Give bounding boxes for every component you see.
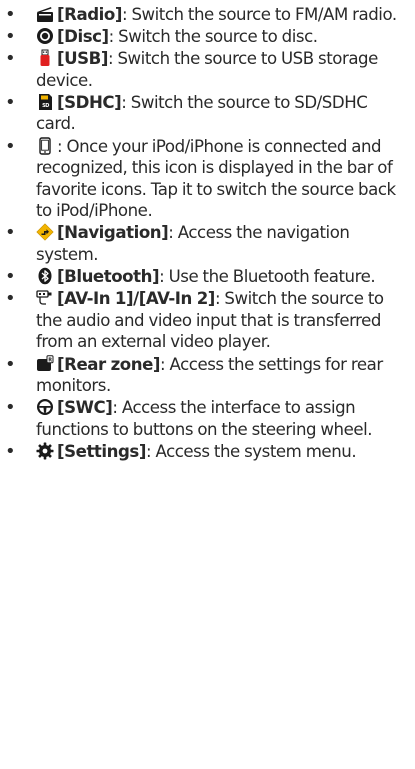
steering-wheel-icon — [36, 398, 54, 416]
iphone-icon — [36, 136, 54, 155]
list-item-sdhc: • SD [SDHC]: Switch the source to SD/SDH… — [5, 91, 368, 134]
source-icon-list: • [Radio]: Switch the source to FM/AM ra… — [0, 0, 415, 462]
bullet: • — [5, 266, 16, 288]
item-label: [Disc] — [57, 27, 109, 47]
list-item-navigation: • [Navigation]: Access the navigation sy… — [5, 222, 350, 265]
bluetooth-icon — [36, 267, 54, 285]
list-item-rear-zone: • R [Rear zone]: Access the settings for… — [5, 353, 383, 396]
item-description: Access the system menu. — [155, 441, 357, 461]
sd-card-icon: SD — [36, 93, 54, 111]
document-page: • [Radio]: Switch the source to FM/AM ra… — [0, 0, 415, 769]
list-item-bluetooth: • [Bluetooth]: Use the Bluetooth feature… — [5, 266, 376, 288]
settings-gear-icon — [36, 442, 54, 460]
list-item-iphone: • : Once your iPod/iPhone is connected a… — [5, 135, 396, 221]
item-label: [Radio] — [57, 5, 122, 24]
svg-text:R: R — [48, 357, 52, 363]
radio-icon — [36, 5, 54, 23]
list-item-disc: • [Disc]: Switch the source to disc. — [5, 26, 318, 48]
bullet: • — [5, 91, 16, 113]
item-label: [Settings] — [57, 441, 146, 461]
item-label: [Rear zone] — [57, 354, 161, 374]
bullet: • — [5, 222, 16, 244]
list-item-av-in: • [AV-In 1]/[AV-In 2]: Switch the source… — [5, 288, 384, 352]
item-description: Use the Bluetooth feature. — [168, 267, 376, 287]
av-in-icon — [36, 289, 54, 307]
item-description: Switch the source to FM/AM radio. — [131, 5, 397, 24]
bullet: • — [5, 440, 16, 462]
item-label: [Navigation] — [57, 223, 169, 243]
disc-icon — [36, 27, 54, 45]
item-label: [Bluetooth] — [57, 267, 160, 287]
item-description: Once your iPod/iPhone is connected and r… — [36, 136, 396, 221]
item-label: [AV-In 1]/[AV-In 2] — [57, 289, 215, 309]
item-label: [USB] — [57, 49, 108, 69]
list-item-settings: • [Settings]: Access the system menu. — [5, 440, 357, 462]
bullet: • — [5, 397, 16, 419]
svg-text:SD: SD — [42, 103, 49, 109]
item-label: [SWC] — [57, 398, 113, 418]
bullet: • — [5, 26, 16, 48]
usb-icon — [36, 49, 54, 67]
list-item-radio: • [Radio]: Switch the source to FM/AM ra… — [5, 4, 397, 25]
item-label: [SDHC] — [57, 92, 122, 112]
bullet: • — [5, 48, 16, 70]
rear-zone-icon: R — [36, 354, 54, 373]
list-item-usb: • [USB]: Switch the source to USB storag… — [5, 48, 378, 90]
navigation-icon — [36, 223, 54, 242]
list-item-swc: • [SWC]: Access the interface to assign … — [5, 397, 373, 439]
item-description: Switch the source to disc. — [118, 27, 318, 47]
bullet: • — [5, 4, 16, 25]
bullet: • — [5, 353, 16, 375]
bullet: • — [5, 288, 16, 310]
bullet: • — [5, 135, 16, 157]
